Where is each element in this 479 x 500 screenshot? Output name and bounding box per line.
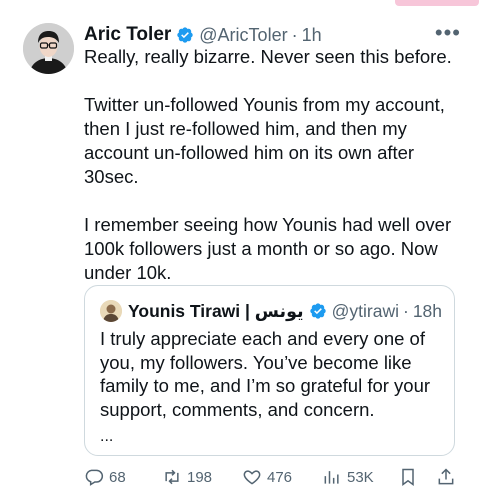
top-accent <box>395 0 479 6</box>
quote-verified-badge-icon <box>309 303 326 319</box>
author-avatar[interactable] <box>23 23 74 74</box>
reply-icon <box>85 469 104 486</box>
verified-badge-icon <box>177 27 193 43</box>
quoted-post[interactable]: Younis Tirawi | يونس @ytirawi · 18h I tr… <box>84 285 455 456</box>
reply-count: 68 <box>109 468 126 486</box>
views-count: 53K <box>347 468 374 486</box>
quote-ellipsis: ... <box>100 428 114 445</box>
top-bar <box>0 0 479 8</box>
more-options-icon[interactable]: ••• <box>435 20 461 46</box>
quote-separator-dot: · <box>403 300 409 321</box>
post-paragraph-2: Twitter un-followed Younis from my accou… <box>84 94 445 187</box>
author-handle[interactable]: @AricToler <box>199 25 287 46</box>
share-button[interactable] <box>436 464 461 490</box>
post-paragraph-1: Really, really bizarre. Never seen this … <box>84 46 452 67</box>
quote-header: Younis Tirawi | يونس @ytirawi · 18h <box>100 299 444 323</box>
repost-icon <box>165 469 179 485</box>
quote-text: I truly appreciate each and every one of… <box>100 328 431 420</box>
like-button[interactable]: 476 <box>242 464 292 490</box>
repost-button[interactable]: 198 <box>162 464 212 490</box>
views-chart-icon <box>324 471 339 484</box>
bookmark-icon <box>402 468 414 486</box>
author-name[interactable]: Aric Toler <box>84 24 171 46</box>
post-text: Really, really bizarre. Never seen this … <box>84 45 464 285</box>
views-button[interactable]: 53K <box>322 464 374 490</box>
like-count: 476 <box>267 468 293 486</box>
repost-count: 198 <box>187 468 213 486</box>
post-time[interactable]: 1h <box>302 25 322 46</box>
bookmark-button[interactable] <box>398 464 423 490</box>
post-paragraph-3: I remember seeing how Younis had well ov… <box>84 214 452 283</box>
reply-button[interactable]: 68 <box>84 464 126 490</box>
share-icon <box>438 468 454 485</box>
quote-author-name: Younis Tirawi | يونس <box>128 300 304 321</box>
quote-time: 18h <box>412 300 443 321</box>
quote-author-avatar <box>100 300 122 322</box>
action-bar: 68 198 476 53K <box>84 464 464 490</box>
quote-author-handle: @ytirawi <box>331 300 399 321</box>
heart-icon <box>243 470 261 485</box>
separator-dot: · <box>291 24 298 45</box>
